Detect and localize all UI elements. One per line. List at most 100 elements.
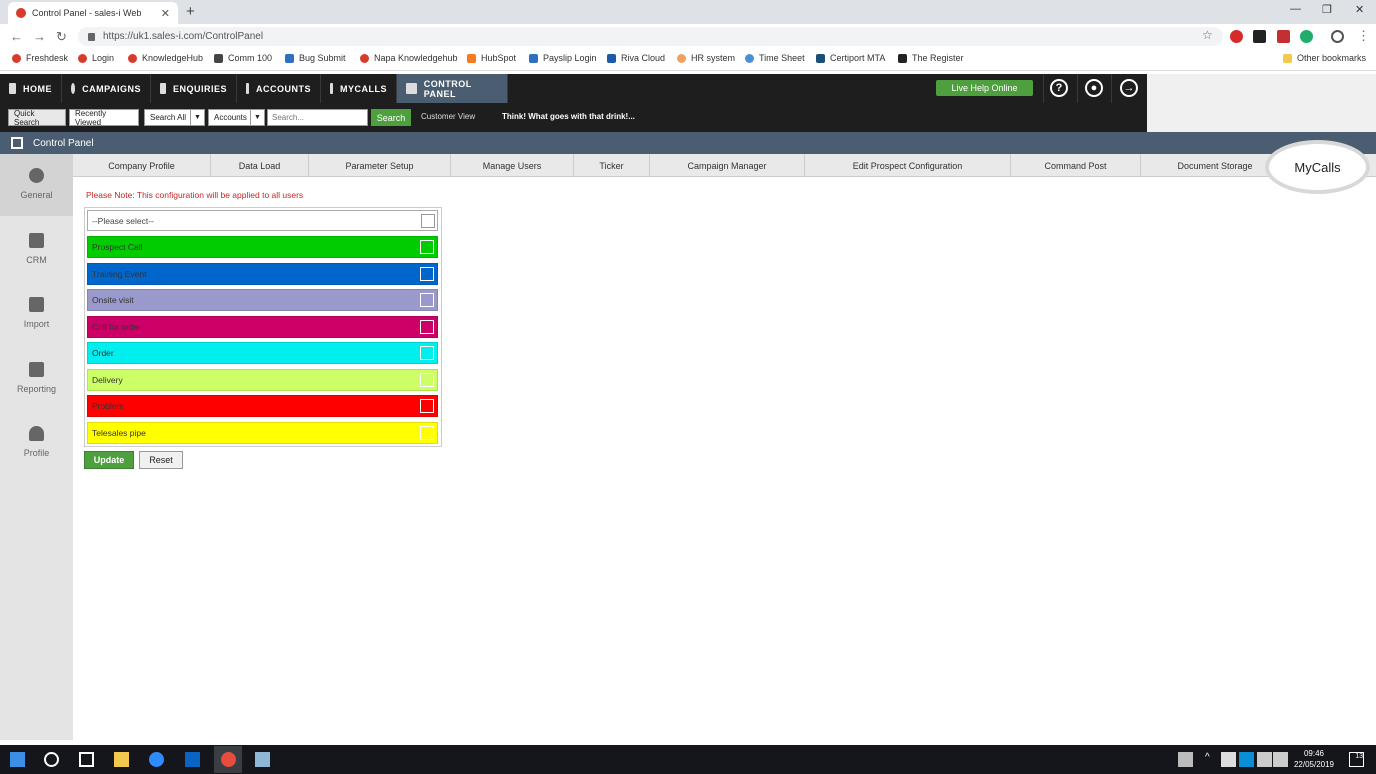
bookmark-item[interactable]: Comm 100: [214, 53, 272, 63]
recently-viewed-button[interactable]: Recently Viewed: [69, 109, 139, 127]
people-icon[interactable]: [1178, 752, 1193, 767]
star-icon[interactable]: ☆: [1202, 28, 1213, 42]
search-button[interactable]: Search: [371, 109, 411, 126]
new-tab-icon[interactable]: +: [186, 3, 195, 20]
nav-home[interactable]: HOME: [0, 74, 62, 103]
restore-icon[interactable]: ❐: [1322, 3, 1332, 16]
user-profile-icon[interactable]: ●: [1085, 79, 1103, 97]
task-view-icon[interactable]: [79, 752, 94, 767]
search-scope-select[interactable]: Search All ▼: [144, 109, 205, 126]
tab-mycalls[interactable]: MyCalls: [1265, 140, 1370, 194]
tab-manage-users[interactable]: Manage Users: [451, 154, 574, 177]
bookmark-item[interactable]: Bug Submit: [285, 53, 346, 63]
outlook-icon[interactable]: [185, 752, 200, 767]
call-type-row[interactable]: Onsite visit: [87, 289, 438, 311]
call-type-row[interactable]: Prospect Call: [87, 236, 438, 258]
color-picker-swatch[interactable]: [420, 240, 434, 254]
skype-icon[interactable]: [1239, 752, 1254, 767]
opera-extension-icon[interactable]: [1230, 30, 1243, 43]
bookmark-item[interactable]: Time Sheet: [745, 53, 805, 63]
app-icon[interactable]: [255, 752, 270, 767]
sidebar-item-crm[interactable]: CRM: [0, 219, 73, 281]
bookmark-item[interactable]: KnowledgeHub: [128, 53, 203, 63]
tab-edit-prospect-configuration[interactable]: Edit Prospect Configuration: [805, 154, 1011, 177]
bookmark-item[interactable]: Certiport MTA: [816, 53, 885, 63]
menu-kebab-icon[interactable]: ⋮: [1357, 28, 1370, 44]
phone-extension-icon[interactable]: [1253, 30, 1266, 43]
nav-enquiries[interactable]: ENQUIRIES: [151, 74, 237, 103]
call-type-row[interactable]: Order: [87, 342, 438, 364]
bookmark-item[interactable]: HubSpot: [467, 53, 516, 63]
search-icon[interactable]: [44, 752, 59, 767]
color-picker-swatch[interactable]: [420, 373, 434, 387]
bookmark-item[interactable]: Login: [78, 53, 114, 63]
tab-company-profile[interactable]: Company Profile: [73, 154, 211, 177]
nav-campaigns[interactable]: CAMPAIGNS: [62, 74, 151, 103]
customer-view-link[interactable]: Customer View: [421, 112, 475, 121]
wifi-icon[interactable]: [1257, 752, 1272, 767]
color-picker-swatch[interactable]: [420, 293, 434, 307]
sidebar-item-reporting[interactable]: Reporting: [0, 348, 73, 410]
volume-icon[interactable]: [1273, 752, 1288, 767]
call-type-row[interactable]: Telesales pipe: [87, 422, 438, 444]
nav-mycalls[interactable]: MYCALLS: [321, 74, 397, 103]
call-type-row[interactable]: Call for order: [87, 316, 438, 338]
update-button[interactable]: Update: [84, 451, 134, 469]
calendar-extension-icon[interactable]: [1277, 30, 1290, 43]
search-entity-select[interactable]: Accounts ▼: [208, 109, 265, 126]
call-type-row[interactable]: Problem: [87, 395, 438, 417]
close-window-icon[interactable]: ✕: [1355, 3, 1364, 16]
clock[interactable]: 09:46 22/05/2019: [1288, 748, 1340, 770]
minimize-icon[interactable]: —: [1290, 3, 1301, 15]
bookmark-item[interactable]: Riva Cloud: [607, 53, 665, 63]
mycalls-icon: [330, 83, 333, 94]
call-type-row[interactable]: Training Event: [87, 263, 438, 285]
tab-ticker[interactable]: Ticker: [574, 154, 650, 177]
battery-icon[interactable]: [1221, 752, 1236, 767]
help-icon[interactable]: ?: [1050, 79, 1068, 97]
profile-icon[interactable]: [1331, 30, 1344, 43]
quick-search-button[interactable]: Quick Search: [8, 109, 66, 127]
color-picker-swatch[interactable]: [420, 399, 434, 413]
tab-command-post[interactable]: Command Post: [1011, 154, 1141, 177]
file-explorer-icon[interactable]: [114, 752, 129, 767]
nav-control-panel[interactable]: CONTROL PANEL: [397, 74, 508, 103]
sidebar-item-import[interactable]: Import: [0, 283, 73, 345]
color-picker-swatch[interactable]: [420, 320, 434, 334]
bookmark-item[interactable]: Payslip Login: [529, 53, 597, 63]
color-picker-swatch[interactable]: [420, 426, 434, 440]
forward-icon[interactable]: →: [33, 29, 46, 44]
tab-parameter-setup[interactable]: Parameter Setup: [309, 154, 451, 177]
tab-data-load[interactable]: Data Load: [211, 154, 309, 177]
logout-icon[interactable]: →: [1120, 79, 1138, 97]
notifications-icon[interactable]: 13: [1349, 752, 1364, 767]
call-type-select[interactable]: --Please select--: [87, 210, 438, 231]
grammarly-extension-icon[interactable]: [1300, 30, 1313, 43]
reload-icon[interactable]: ↻: [56, 29, 67, 45]
color-picker-swatch[interactable]: [420, 346, 434, 360]
browser-tab[interactable]: Control Panel - sales-i Web ✕: [8, 2, 178, 24]
close-tab-icon[interactable]: ✕: [161, 7, 170, 20]
back-icon[interactable]: ←: [10, 29, 23, 44]
zoom-icon[interactable]: [149, 752, 164, 767]
sidebar-item-general[interactable]: General: [0, 154, 73, 216]
bookmark-item[interactable]: The Register: [898, 53, 964, 63]
bookmark-item[interactable]: Freshdesk: [12, 53, 68, 63]
sidebar-item-profile[interactable]: Profile: [0, 412, 73, 474]
live-help-button[interactable]: Live Help Online: [936, 80, 1033, 96]
windows-start-icon[interactable]: [10, 752, 25, 767]
reset-button[interactable]: Reset: [139, 451, 183, 469]
call-type-row[interactable]: Delivery: [87, 369, 438, 391]
color-picker-swatch[interactable]: [420, 267, 434, 281]
other-bookmarks[interactable]: Other bookmarks: [1283, 53, 1366, 63]
chevron-up-icon[interactable]: ^: [1205, 752, 1220, 767]
search-input[interactable]: [267, 109, 368, 126]
control-panel-icon: [11, 137, 23, 149]
color-picker-swatch[interactable]: [421, 214, 435, 228]
bookmark-item[interactable]: Napa Knowledgehub: [360, 53, 458, 63]
nav-accounts[interactable]: ACCOUNTS: [237, 74, 321, 103]
taskbar: [0, 745, 1376, 774]
address-bar[interactable]: https://uk1.sales-i.com/ControlPanel: [78, 27, 1223, 46]
tab-campaign-manager[interactable]: Campaign Manager: [650, 154, 805, 177]
bookmark-item[interactable]: HR system: [677, 53, 735, 63]
